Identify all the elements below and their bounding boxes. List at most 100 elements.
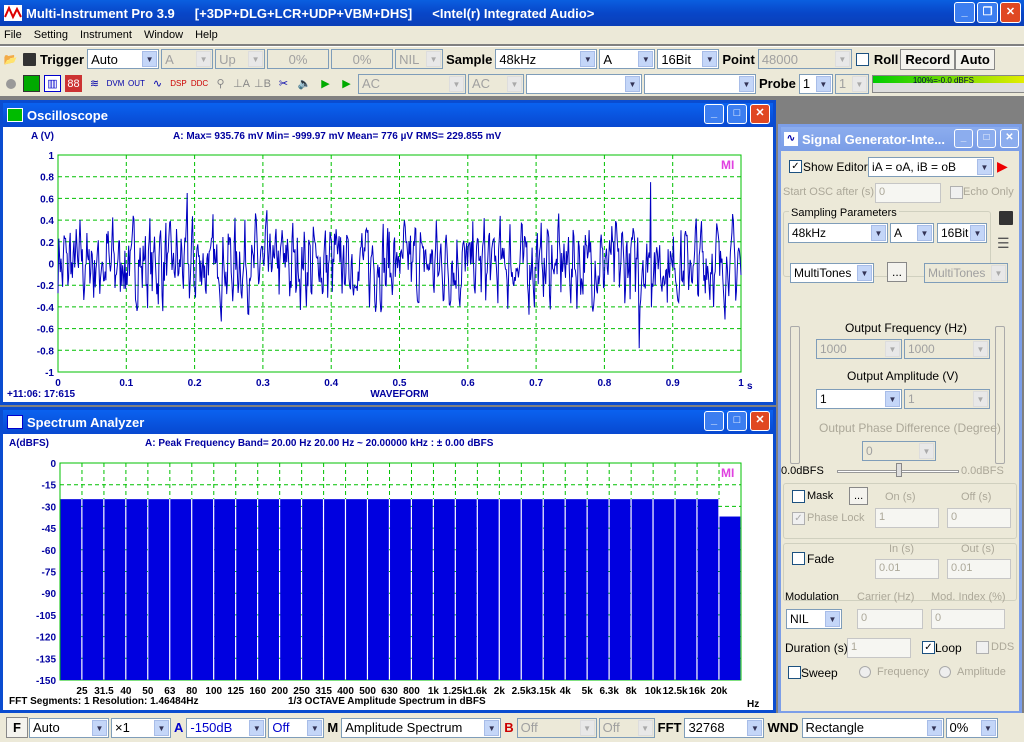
mask-editor-button[interactable]: ... — [849, 487, 869, 505]
osc-maximize-button[interactable]: □ — [727, 104, 747, 124]
signal-generator-icon[interactable]: ≋ — [86, 75, 103, 92]
menu-window[interactable]: Window — [144, 29, 183, 41]
waveform-b-select[interactable]: MultiTones ▼ — [924, 263, 1008, 283]
b-off-select-2[interactable]: Off ▼ — [598, 717, 655, 738]
oscilloscope-icon[interactable] — [23, 75, 40, 92]
waveform-icon[interactable]: ∿ — [149, 75, 166, 92]
sample-rate-select[interactable]: 48kHz ▼ — [495, 49, 598, 69]
trigger-edge-select[interactable]: Up ▼ — [215, 49, 266, 69]
fade-in-input[interactable]: 0.01 — [875, 559, 939, 579]
analysis-select[interactable]: Amplitude Spectrum ▼ — [341, 717, 502, 738]
sg-close-button[interactable]: ✕ — [1000, 129, 1019, 148]
osc-close-button[interactable]: ✕ — [750, 104, 770, 124]
speaker-icon[interactable]: 🔈 — [296, 75, 313, 92]
multimeter-icon[interactable]: 88 — [65, 75, 82, 92]
status-scale-select[interactable]: ×1 ▼ — [111, 717, 171, 738]
sg-sample-rate-select[interactable]: 48kHz ▼ — [788, 223, 888, 243]
close-button[interactable]: ✕ — [1000, 2, 1021, 23]
menu-setting[interactable]: Setting — [34, 29, 68, 41]
open-folder-icon[interactable]: 📂 — [2, 51, 19, 68]
sample-channel-select[interactable]: A ▼ — [599, 49, 656, 69]
mod-index-input[interactable]: 0 — [931, 609, 1005, 629]
sg-bit-depth-select[interactable]: 16Bit ▼ — [937, 223, 987, 243]
spec-maximize-button[interactable]: □ — [727, 411, 747, 431]
mask-off-input[interactable]: 0 — [947, 508, 1011, 528]
show-editor-checkbox[interactable]: ✓ — [789, 160, 802, 173]
waveform-a-select[interactable]: MultiTones ▼ — [790, 263, 874, 283]
editor-expression-select[interactable]: iA = oA, iB = oB ▼ — [868, 157, 994, 177]
osc-minimize-button[interactable]: _ — [704, 104, 724, 124]
frequency-b-select[interactable]: 1000 ▼ — [904, 339, 990, 359]
modulation-select[interactable]: NIL ▼ — [786, 609, 842, 629]
run-generator-icon[interactable]: ▶ — [997, 158, 1008, 175]
amplitude-b-select[interactable]: 1 ▼ — [904, 389, 990, 409]
sg-maximize-button[interactable]: □ — [977, 129, 996, 148]
sg-minimize-button[interactable]: _ — [954, 129, 973, 148]
roll-checkbox[interactable] — [855, 52, 869, 66]
spec-close-button[interactable]: ✕ — [750, 411, 770, 431]
save-icon[interactable] — [23, 52, 36, 66]
status-mode-select[interactable]: Auto ▼ — [29, 717, 109, 738]
sg-channel-select[interactable]: A ▼ — [890, 223, 934, 243]
sweep-checkbox[interactable] — [788, 666, 801, 679]
a-off-select[interactable]: Off ▼ — [268, 717, 325, 738]
freq-slider-right[interactable] — [995, 326, 1005, 464]
frequency-a-select[interactable]: 1000 ▼ — [816, 339, 902, 359]
stop-icon[interactable] — [2, 75, 19, 92]
menu-file[interactable]: File — [4, 29, 22, 41]
dvm-icon[interactable]: DVM — [107, 75, 125, 92]
trigger-channel-select[interactable]: A ▼ — [161, 49, 214, 69]
coupling-b-select[interactable]: AC ▼ — [468, 73, 524, 94]
trigger-nil-select[interactable]: NIL ▼ — [395, 49, 444, 69]
play-icon[interactable]: ▶ — [317, 75, 334, 92]
phase-lock-checkbox[interactable]: ✓ — [792, 512, 805, 525]
fade-checkbox[interactable] — [792, 552, 805, 565]
trigger-level2-stepper[interactable]: 0% — [331, 49, 394, 69]
ddc-icon[interactable]: DDC — [191, 75, 208, 92]
phase-difference-select[interactable]: 0 ▼ — [862, 441, 936, 461]
mask-checkbox[interactable] — [792, 490, 805, 503]
balance-slider-thumb[interactable] — [896, 463, 902, 477]
amplitude-a-select[interactable]: 1 ▼ — [816, 389, 902, 409]
lcr-a-icon[interactable]: ⊥A — [233, 75, 250, 92]
auto-button[interactable]: Auto — [955, 48, 995, 70]
spec-minimize-button[interactable]: _ — [704, 411, 724, 431]
window-function-select[interactable]: Rectangle ▼ — [801, 717, 944, 738]
trigger-level-stepper[interactable]: 0% — [267, 49, 330, 69]
spectrum-plot[interactable]: A(dBFS) A: Peak Frequency Band= 20.00 Hz … — [3, 434, 773, 710]
tools-icon[interactable]: ✂ — [275, 75, 292, 92]
menu-instrument[interactable]: Instrument — [80, 29, 132, 41]
probe-a-select[interactable]: 1 ▼ — [798, 73, 833, 94]
mask-on-input[interactable]: 1 — [875, 508, 939, 528]
sweep-frequency-radio[interactable] — [859, 666, 871, 678]
sg-save-icon[interactable] — [999, 211, 1013, 225]
probe-b-select[interactable]: 1 ▼ — [834, 73, 869, 94]
out-icon[interactable]: OUT — [128, 75, 145, 92]
menu-help[interactable]: Help — [195, 29, 218, 41]
spectrum-analyzer-icon[interactable]: ▥ — [44, 75, 61, 92]
restore-button[interactable]: ❐ — [977, 2, 998, 23]
probe-icon[interactable]: ⚲ — [212, 75, 229, 92]
f-button[interactable]: F — [6, 717, 28, 738]
minimize-button[interactable]: _ — [954, 2, 975, 23]
a-range-select[interactable]: -150dB ▼ — [186, 717, 267, 738]
carrier-input[interactable]: 0 — [857, 609, 923, 629]
empty-select-1[interactable]: ▼ — [526, 73, 642, 94]
oscilloscope-plot[interactable]: A (V) A: Max= 935.76 mV Min= -999.97 mV M… — [3, 127, 773, 402]
point-select[interactable]: 48000 ▼ — [757, 49, 852, 69]
empty-select-2[interactable]: ▼ — [644, 73, 756, 94]
echo-only-checkbox[interactable] — [950, 186, 963, 199]
loop-checkbox[interactable]: ✓ — [922, 641, 935, 654]
freq-slider-left[interactable] — [790, 326, 800, 464]
b-off-select-1[interactable]: Off ▼ — [516, 717, 597, 738]
play-loop-icon[interactable]: ▶ — [338, 75, 355, 92]
dsp-icon[interactable]: DSP — [170, 75, 187, 92]
duration-input[interactable]: 1 — [847, 638, 911, 658]
fft-size-select[interactable]: 32768 ▼ — [684, 717, 765, 738]
record-button[interactable]: Record — [900, 48, 956, 70]
coupling-a-select[interactable]: AC ▼ — [358, 73, 466, 94]
start-osc-input[interactable]: 0 — [875, 183, 941, 203]
lcr-b-icon[interactable]: ⊥B — [254, 75, 271, 92]
fade-out-input[interactable]: 0.01 — [947, 559, 1011, 579]
sg-table-icon[interactable]: ☰ — [997, 235, 1010, 252]
